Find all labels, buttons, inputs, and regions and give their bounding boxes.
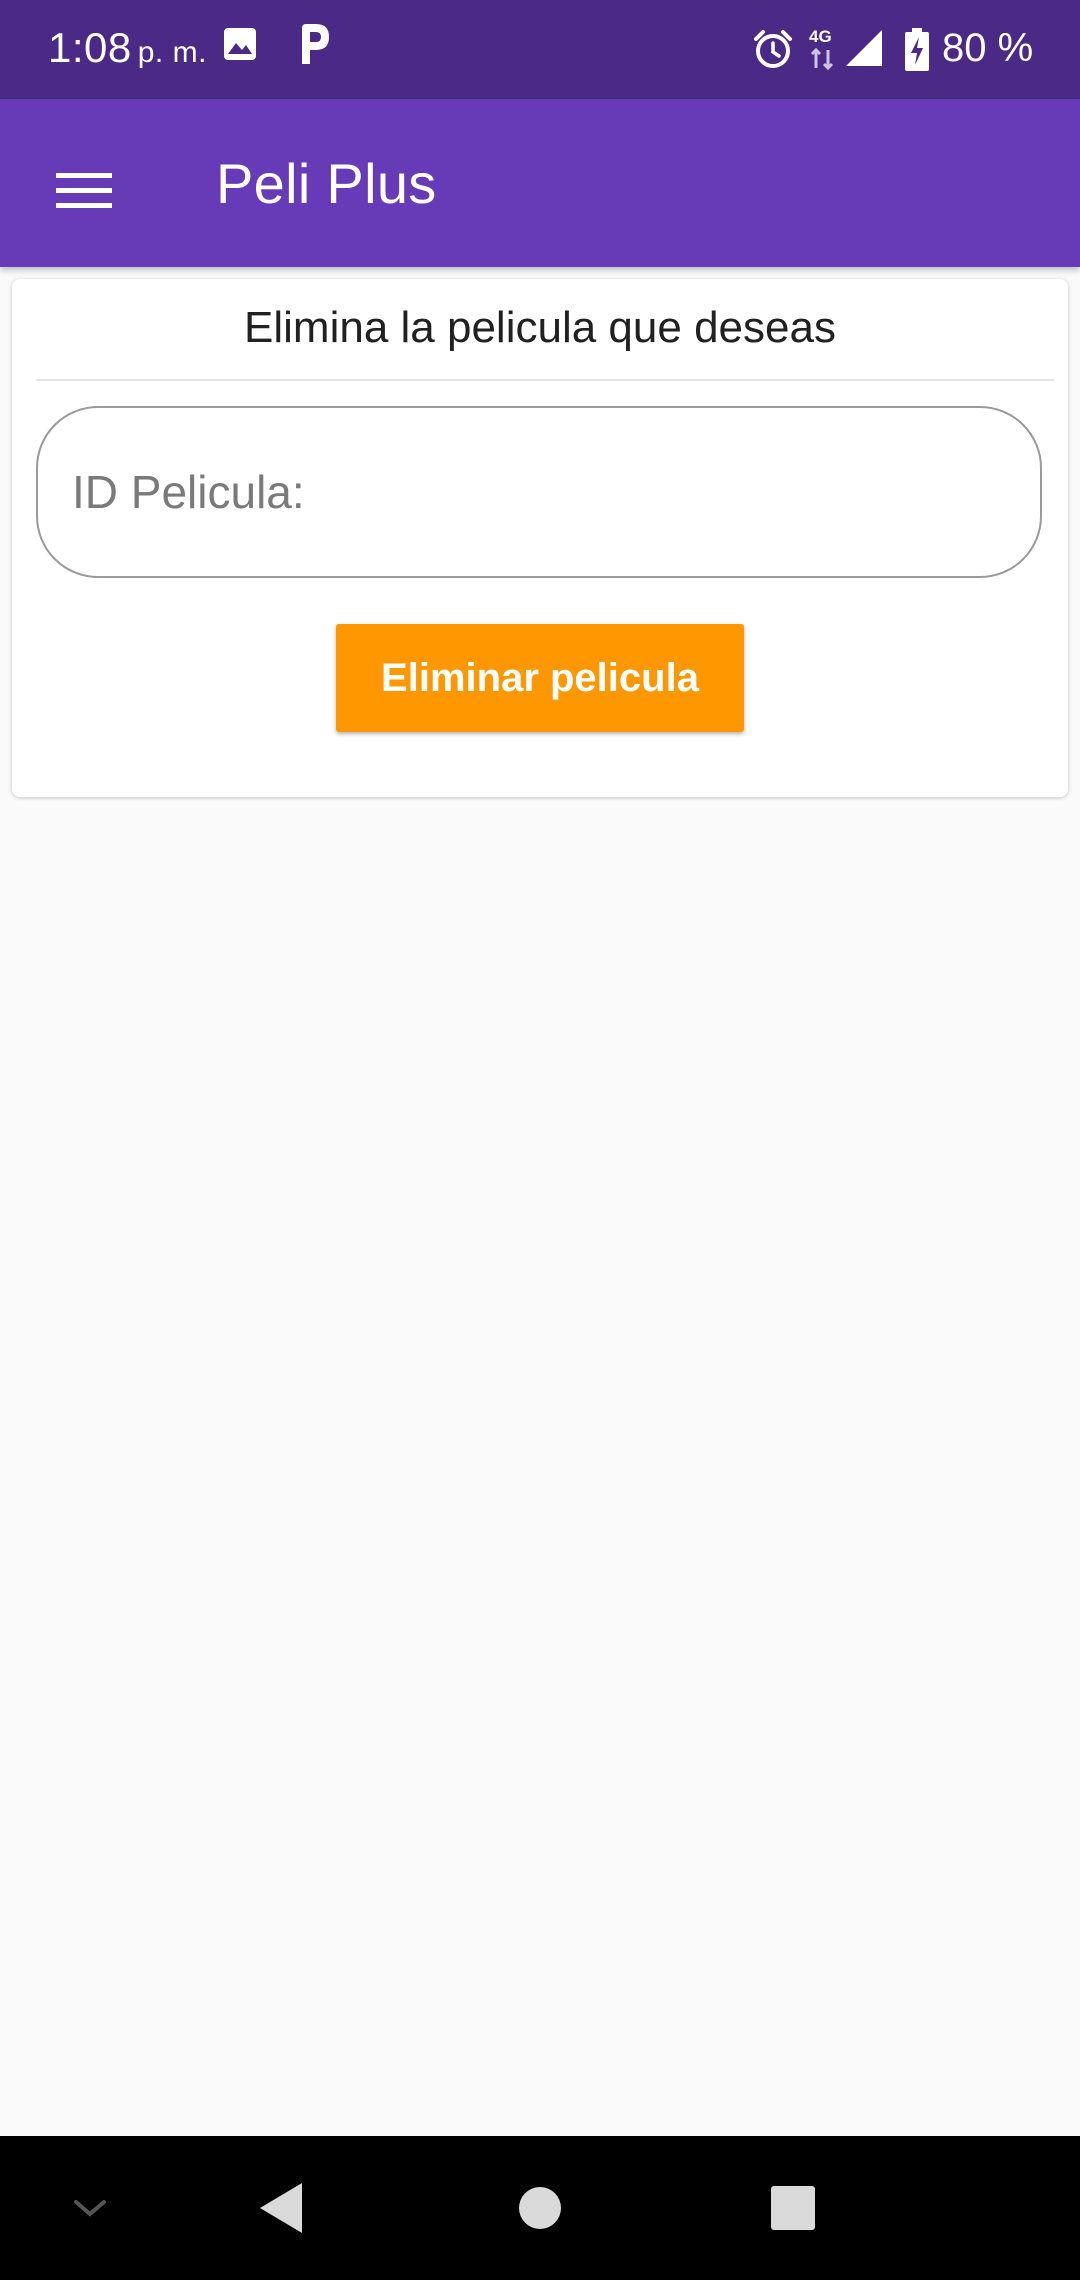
status-time-ampm: p. m. (137, 36, 207, 69)
back-icon (260, 2183, 302, 2233)
app-bar: Peli Plus (0, 99, 1080, 267)
movie-id-input[interactable] (36, 406, 1042, 578)
image-icon (222, 26, 258, 67)
nav-back-button[interactable] (245, 2172, 317, 2244)
nav-recents-button[interactable] (757, 2172, 829, 2244)
delete-movie-button[interactable]: Eliminar pelicula (336, 624, 744, 732)
app-title: Peli Plus (216, 152, 437, 215)
nav-hide-button[interactable] (54, 2172, 126, 2244)
network-4g-label: 4G (809, 27, 832, 46)
chevron-down-icon (74, 2200, 106, 2217)
menu-button[interactable] (44, 151, 124, 231)
alarm-icon (752, 28, 794, 75)
hamburger-menu-icon (56, 173, 112, 208)
network-4g-icon: 4G (806, 24, 840, 77)
navigation-bar (0, 2136, 1080, 2280)
status-time-value: 1:08 (48, 24, 132, 71)
battery-percentage: 80 % (942, 26, 1034, 70)
card-title: Elimina la pelicula que deseas (244, 303, 836, 352)
battery-charging-icon (904, 28, 930, 77)
signal-icon (844, 28, 884, 73)
nav-home-button[interactable] (504, 2172, 576, 2244)
status-bar: 1:08 p. m. 4G 80 % (0, 0, 1080, 99)
home-icon (519, 2187, 561, 2229)
delete-movie-card: Elimina la pelicula que deseas Eliminar … (12, 279, 1068, 797)
parking-icon (296, 22, 332, 71)
status-time: 1:08 p. m. (48, 24, 207, 72)
card-divider (36, 379, 1054, 381)
recents-icon (771, 2186, 815, 2230)
